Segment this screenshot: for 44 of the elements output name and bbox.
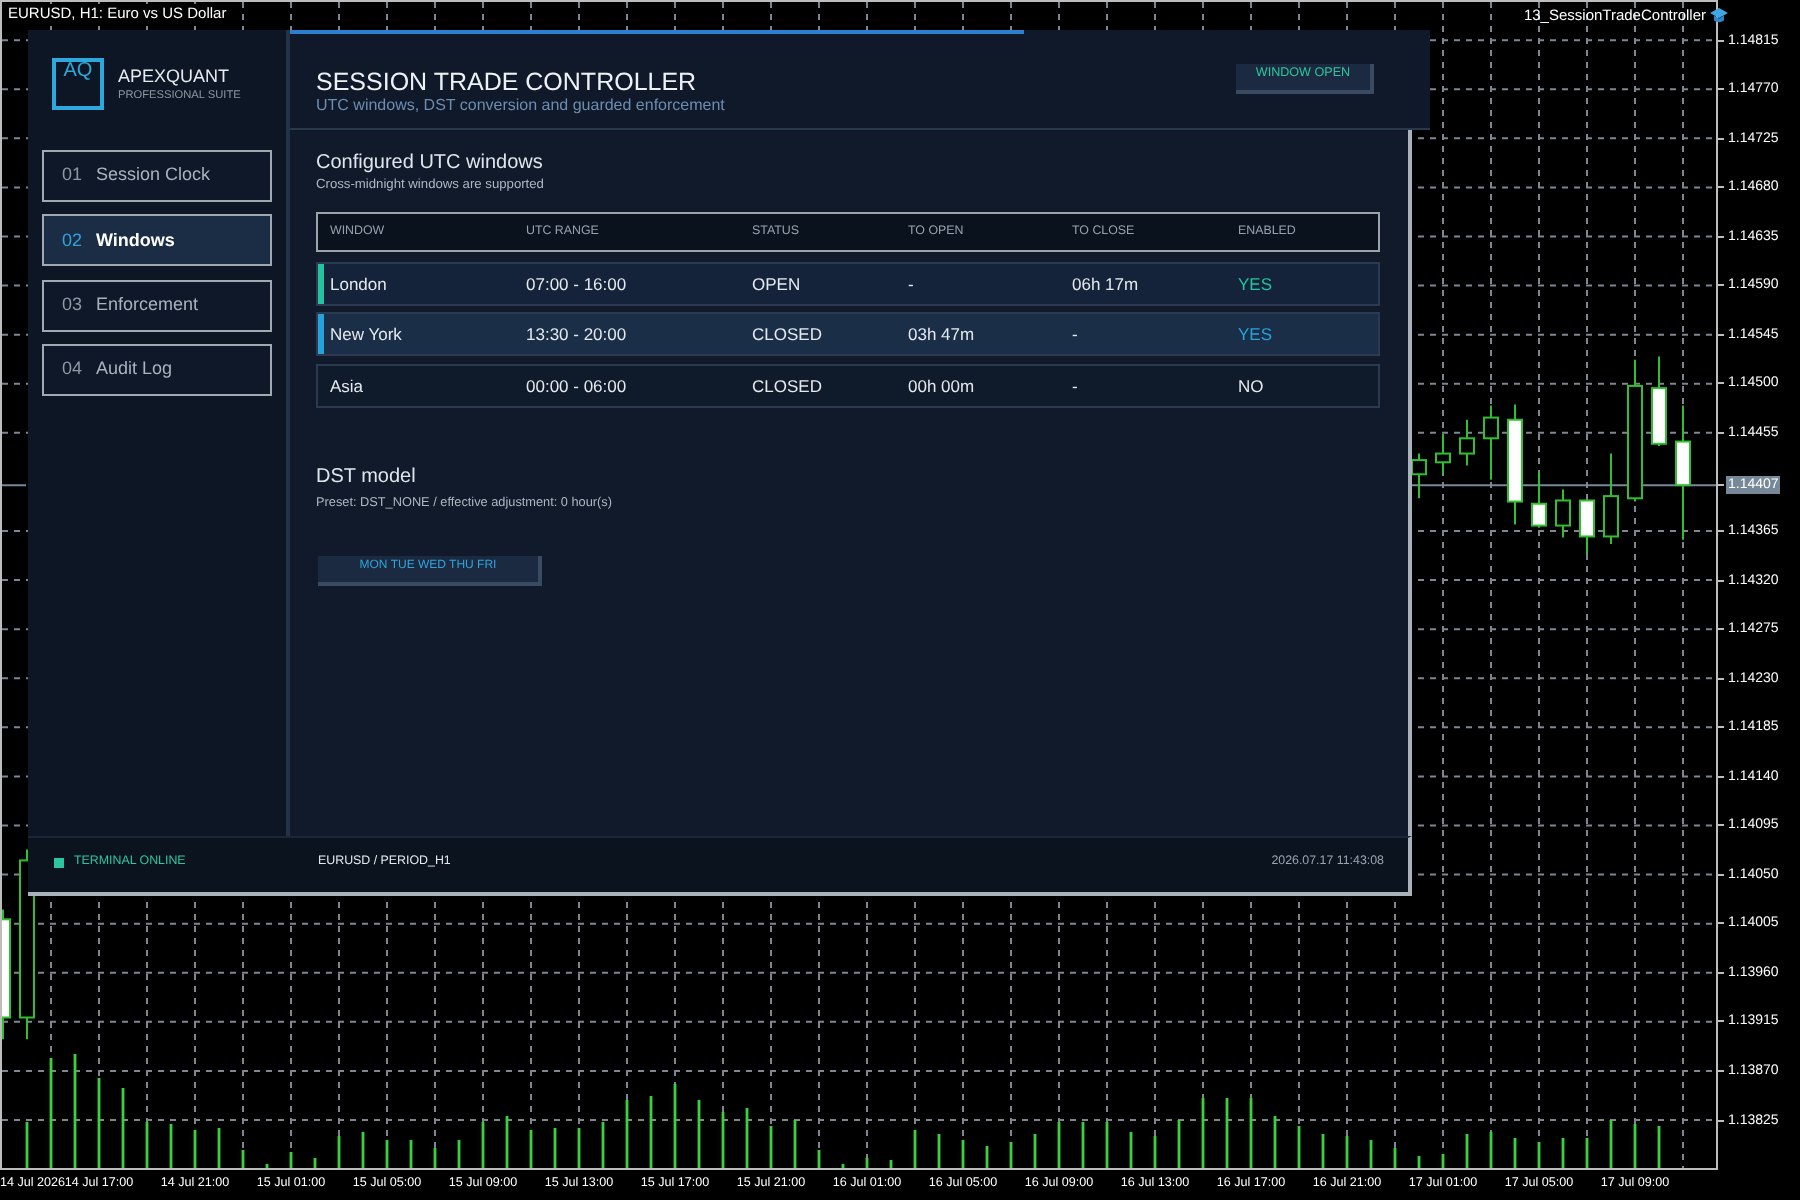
- candlestick: [1435, 432, 1451, 476]
- table-cell: CLOSED: [752, 375, 822, 395]
- table-cell: New York: [330, 324, 402, 344]
- candlestick: [1603, 452, 1619, 546]
- nav-item[interactable]: 01 Session Clock: [42, 150, 272, 202]
- logo: AQ: [52, 58, 104, 110]
- table-cell: -: [1072, 324, 1078, 344]
- table-row[interactable]: London 07:00 - 16:00 OPEN - 06h 17m YES: [316, 261, 1380, 305]
- candlestick: [1579, 499, 1595, 555]
- section-title: Configured UTC windows: [316, 150, 543, 176]
- table-cell: NO: [1238, 375, 1264, 395]
- table-cell: 07:00 - 16:00: [526, 273, 627, 293]
- candlestick: [2, 908, 11, 1041]
- candlestick: [1531, 471, 1547, 529]
- candlestick: [1651, 355, 1667, 447]
- panel-title: SESSION TRADE CONTROLLER: [316, 70, 697, 96]
- table-cell: 00:00 - 06:00: [526, 375, 627, 395]
- candlestick: [1459, 418, 1475, 467]
- table-cell: OPEN: [752, 273, 801, 293]
- table-cell: 13:30 - 20:00: [526, 324, 627, 344]
- candlestick: [1483, 404, 1499, 481]
- candlestick: [1507, 403, 1523, 526]
- candlestick: [1555, 488, 1571, 539]
- nav-item[interactable]: 04 Audit Log: [42, 343, 272, 396]
- table-cell: CLOSED: [752, 324, 822, 344]
- table-cell: Asia: [330, 375, 364, 395]
- candlestick: [1411, 452, 1427, 500]
- candlestick: [1675, 404, 1691, 541]
- section-title: DST model: [316, 465, 416, 489]
- nav-item[interactable]: 03 Enforcement: [42, 279, 272, 332]
- brand-name: APEXQUANT: [118, 65, 232, 87]
- table-cell: -: [908, 273, 914, 293]
- table-row[interactable]: Asia 00:00 - 06:00 CLOSED 00h 00m - NO: [316, 363, 1380, 407]
- table-cell: YES: [1238, 273, 1273, 293]
- panel-subtitle: UTC windows, DST conversion and guarded enforcement: [316, 96, 725, 116]
- table-cell: 06h 17m: [1072, 273, 1139, 293]
- nav-item[interactable]: 02 Windows: [42, 214, 272, 267]
- table-cell: -: [1072, 375, 1078, 395]
- graduation-cap-icon[interactable]: [1710, 8, 1728, 24]
- table-cell: YES: [1238, 324, 1273, 344]
- table-cell: London: [330, 273, 387, 293]
- table-row[interactable]: New York 13:30 - 20:00 CLOSED 03h 47m - YES: [316, 312, 1380, 356]
- table-cell: 00h 00m: [908, 375, 975, 395]
- table-cell: 03h 47m: [908, 324, 975, 344]
